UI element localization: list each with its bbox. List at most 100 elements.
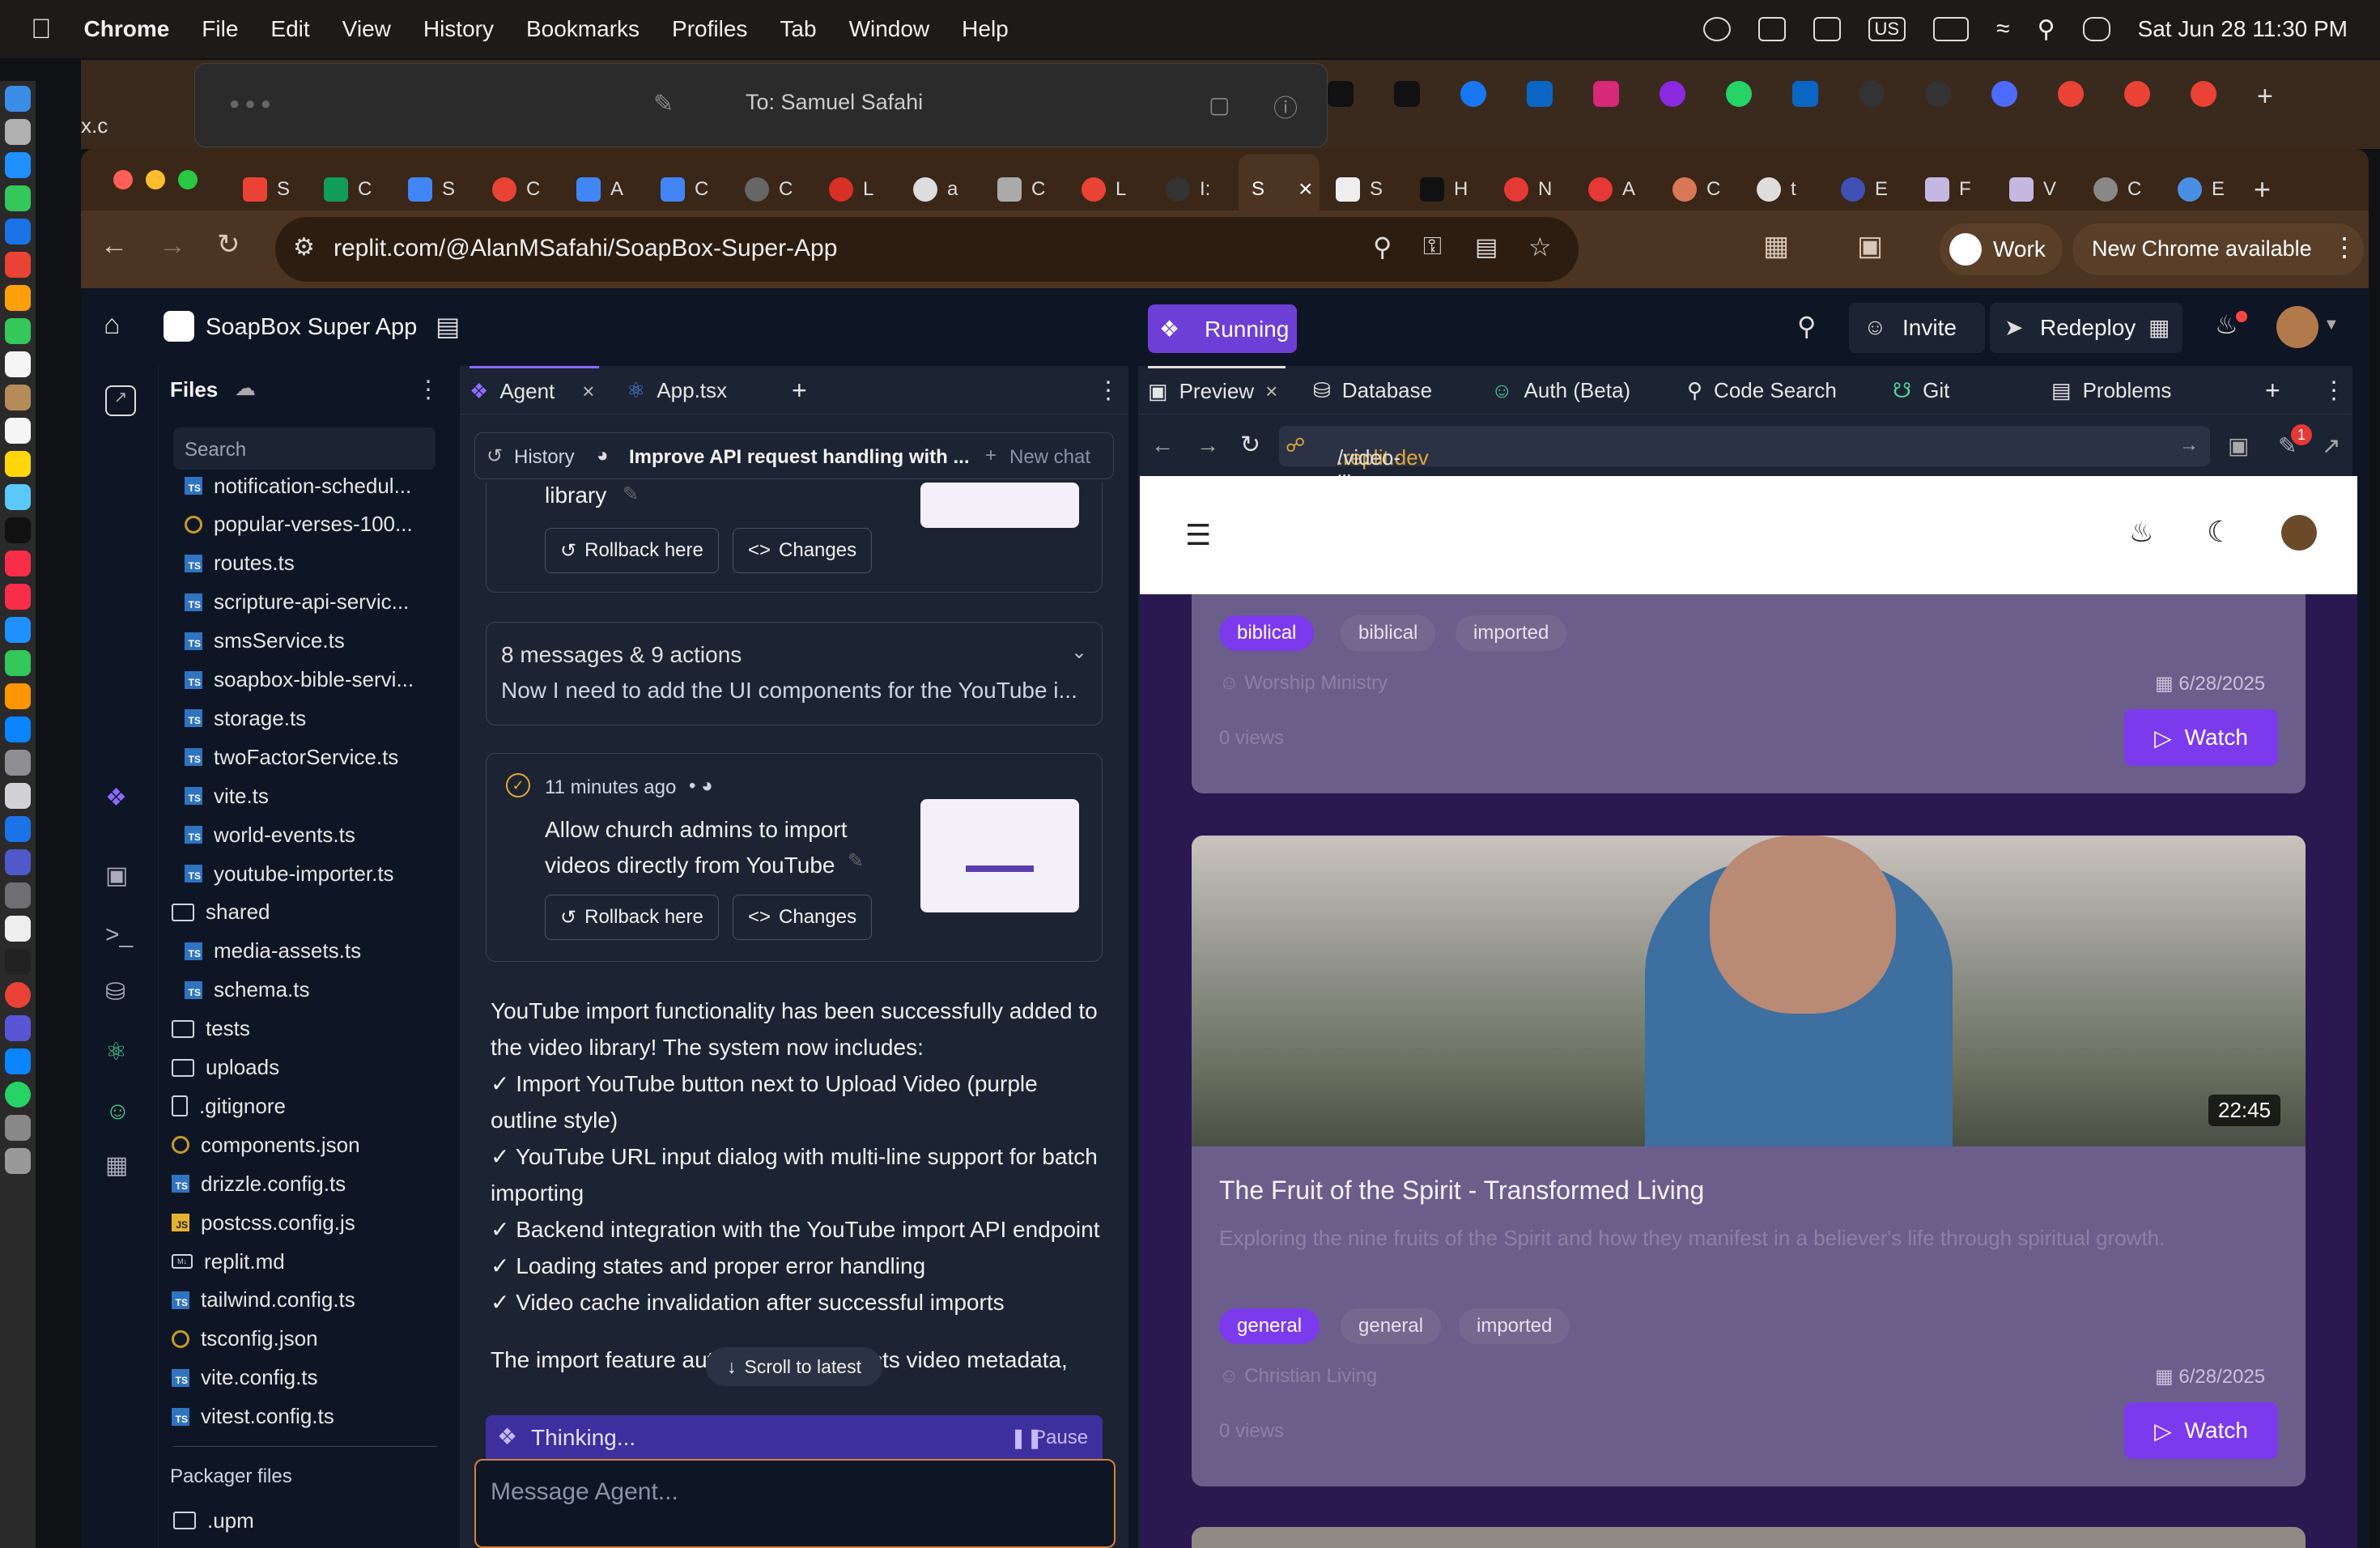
back-icon[interactable]: ← [1151,432,1174,458]
numbers-icon[interactable] [5,650,31,676]
linkedin-icon[interactable] [1527,81,1553,107]
contacts-icon[interactable] [5,385,31,410]
app-favicon-icon[interactable] [1991,81,2017,107]
mail-icon[interactable] [5,219,31,245]
close-tab-icon[interactable]: × [1298,176,1313,203]
file-row[interactable]: tsconfig.json [172,1321,318,1357]
notification-bell-icon[interactable]: ♨ [2215,309,2238,340]
file-row[interactable]: TS drizzle.config.ts [172,1166,346,1201]
go-arrow-icon[interactable]: → [2179,434,2199,457]
panel-menu-icon[interactable]: ⋮ [1096,366,1120,415]
recipient-name[interactable]: Samuel Safahi [781,90,924,114]
new-tab-plus-icon[interactable]: + [792,366,807,415]
checkpoint-thumbnail[interactable] [920,483,1079,528]
chevron-down-icon[interactable]: ▼ [2323,316,2340,334]
tab-app[interactable]: V [2009,165,2056,214]
user-avatar[interactable] [2276,306,2318,348]
new-tab-plus-icon[interactable]: + [2257,81,2273,113]
preview-url-bar[interactable]: ☍ .replit.dev/video-library → [1279,426,2210,495]
changes-button[interactable]: <> Changes [733,895,873,940]
signal-icon[interactable] [5,1015,31,1041]
pause-button[interactable]: Pause [1033,1427,1088,1449]
new-chat-plus-icon[interactable]: + [985,444,997,467]
home-icon[interactable]: ⌂ [104,309,121,341]
tab-problems[interactable]: ▤ Problems [2051,366,2171,415]
project-title[interactable]: SoapBox Super App [206,314,417,341]
menubar-clock[interactable]: Sat Jun 28 11:30 PM [2138,16,2348,42]
file-row[interactable]: uploads [172,1050,279,1086]
agent-tool-icon[interactable]: ❖ [105,784,136,814]
tab-preview[interactable]: ▣ Preview × [1148,366,1286,415]
dark-mode-icon[interactable]: ☾ [2207,515,2233,549]
preview-tool-icon[interactable]: ▣ [105,861,136,892]
file-row[interactable]: popular-verses-100... [185,507,413,542]
edit-icon[interactable]: ✎ [848,849,864,873]
tab-search-icon[interactable]: ▣ [1857,230,1883,262]
freeform-icon[interactable] [5,484,31,510]
maps-icon[interactable] [5,252,31,278]
keyboard-layout-indicator[interactable]: US [1868,17,1906,41]
new-tab-plus-icon[interactable]: + [2265,366,2280,415]
chrome-dock-icon[interactable] [5,982,31,1008]
auth-tool-icon[interactable]: ☺ [105,1098,136,1129]
tab-app-tsx[interactable]: ⚛ App.tsx [627,366,727,415]
keynote-icon[interactable] [5,617,31,643]
file-row[interactable]: TS tailwind.config.ts [172,1282,355,1318]
notification-bell-icon[interactable]: ♨ [2129,517,2153,549]
preview-app-icon[interactable] [5,783,31,809]
linkedin-icon[interactable] [1792,81,1818,107]
tab-agent[interactable]: ❖ Agent × [470,366,599,415]
menu-app-name[interactable]: Chrome [84,16,170,42]
devices-icon[interactable]: ▣ [2228,432,2249,459]
file-row[interactable]: TS vitest.config.ts [172,1399,334,1435]
password-key-icon[interactable]: ⚿ [1423,233,1442,261]
extensions-icon[interactable]: ▦ [1763,230,1789,262]
hamburger-menu-icon[interactable]: ☰ [1185,518,1211,552]
photos-icon[interactable] [5,285,31,311]
message-agent-input[interactable]: Message Agent... [474,1459,1116,1548]
tab-current-replit[interactable]: S × [1252,165,1313,214]
instagram-icon[interactable] [1593,81,1619,107]
site-info-icon[interactable]: ⚙ [293,233,315,262]
user-avatar[interactable] [2281,515,2317,551]
file-row[interactable]: TS media-assets.ts [185,933,361,969]
compose-icon[interactable]: ✎ [653,90,674,118]
category-tag[interactable]: biblical [1219,615,1315,651]
downloads-stack-icon[interactable] [5,1115,31,1141]
chevron-down-icon[interactable]: ⌄ [1071,640,1087,664]
app-favicon-icon[interactable] [1925,81,1951,107]
file-row[interactable]: TS notification-schedul... [185,468,411,504]
video-call-icon[interactable]: ▢ [1209,91,1230,118]
tab-github[interactable]: a [913,165,958,214]
x-favicon-icon[interactable] [1394,81,1420,107]
menu-profiles[interactable]: Profiles [672,16,747,42]
bookmark-star-icon[interactable]: ☆ [1528,232,1552,262]
notes-icon[interactable] [5,451,31,477]
screenshot-icon[interactable] [5,882,31,908]
reminders-icon[interactable] [5,418,31,444]
file-row[interactable]: TS youtube-importer.ts [185,856,394,891]
file-row[interactable]: TS vite.ts [185,778,269,814]
history-icon[interactable]: ↺ [487,444,503,468]
onepassword-icon[interactable] [5,1048,31,1074]
menu-edit[interactable]: Edit [270,16,309,42]
video-thumbnail[interactable]: 22:45 [1192,836,2306,1146]
menu-view[interactable]: View [342,16,391,42]
file-row[interactable]: tests [172,1011,250,1047]
location-icon[interactable]: ⚲ [1373,232,1392,262]
tab-database[interactable]: ⛁ Database [1313,366,1432,415]
file-row[interactable]: components.json [172,1127,360,1163]
battery-icon[interactable] [1933,17,1970,41]
launchpad-icon[interactable] [5,119,31,145]
terminal-icon[interactable] [5,949,31,975]
threads-icon[interactable] [1660,81,1685,107]
google-icon[interactable] [2058,81,2084,107]
wifi-icon[interactable]: ≈ [1996,15,2009,43]
word-icon[interactable] [5,916,31,942]
menu-file[interactable]: File [202,16,238,42]
tab-claude[interactable]: C [1672,165,1720,214]
reload-icon[interactable]: ↻ [1240,431,1260,459]
whatsapp-icon[interactable] [1726,81,1752,107]
profile-work-chip[interactable]: Work [1940,223,2063,275]
tag-chip[interactable]: imported [1459,1308,1570,1344]
